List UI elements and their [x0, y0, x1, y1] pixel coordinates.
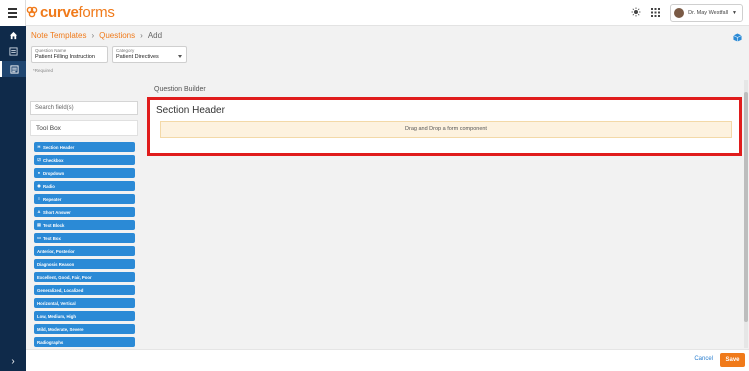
- user-name: Dr. May Westfall: [688, 10, 729, 16]
- chevron-right-icon: ›: [140, 30, 143, 40]
- vertical-scrollbar[interactable]: [744, 80, 748, 348]
- tool-icon: H: [37, 144, 41, 149]
- templates-icon[interactable]: [0, 61, 26, 77]
- question-name-value: Patient Filling Instruction: [35, 54, 95, 60]
- tool-label: Text Block: [43, 222, 65, 228]
- avatar: [674, 8, 685, 18]
- tool-label: Radio: [43, 183, 55, 189]
- save-button[interactable]: Save: [720, 353, 745, 367]
- home-icon[interactable]: [0, 27, 26, 43]
- tool-item[interactable]: ▭ Text Box: [34, 233, 135, 243]
- tool-label: Mild, Moderate, Severe: [37, 326, 84, 332]
- logo[interactable]: curveforms: [26, 3, 115, 21]
- tool-label: Excellent, Good, Fair, Poor: [37, 274, 92, 280]
- tool-icon: ▤: [37, 222, 41, 227]
- toolbox-title: Tool Box: [30, 120, 138, 136]
- tool-label: Radiographs: [37, 339, 64, 345]
- brand-curve: curve: [40, 3, 79, 21]
- tool-label: Repeater: [43, 196, 62, 202]
- tool-item[interactable]: H Section Header: [34, 142, 135, 152]
- tool-item[interactable]: Low, Medium, High: [34, 311, 135, 321]
- scrollbar-thumb[interactable]: [744, 92, 748, 322]
- tool-item[interactable]: Generalized, Localized: [34, 285, 135, 295]
- expand-rail-icon[interactable]: ›: [0, 356, 26, 367]
- tool-label: Diagnosis Reason: [37, 261, 75, 267]
- forms-icon[interactable]: [0, 43, 26, 59]
- cancel-button[interactable]: Cancel: [694, 356, 713, 362]
- user-menu-button[interactable]: Dr. May Westfall ▼: [670, 4, 743, 22]
- tool-item[interactable]: ☑ Checkbox: [34, 155, 135, 165]
- chevron-right-icon: ›: [91, 30, 95, 40]
- category-label: Category: [116, 48, 135, 53]
- tool-label: Dropdown: [43, 170, 65, 176]
- question-builder-title: Question Builder: [154, 86, 206, 93]
- question-name-field[interactable]: Question Name Patient Filling Instructio…: [31, 46, 108, 63]
- tool-label: Short Answer: [43, 209, 71, 215]
- tool-item[interactable]: Mild, Moderate, Severe: [34, 324, 135, 334]
- category-value: Patient Directives: [116, 54, 159, 60]
- dropdown-caret-icon: [178, 55, 182, 58]
- tool-label: Anterior, Posterior: [37, 248, 75, 254]
- tool-item[interactable]: A Short Answer: [34, 207, 135, 217]
- logo-icon: [26, 6, 38, 18]
- tool-icon: ●: [37, 170, 41, 175]
- tool-item[interactable]: Diagnosis Reason: [34, 259, 135, 269]
- tool-label: Text Box: [43, 235, 61, 241]
- footer-bar: Cancel Save: [26, 349, 749, 371]
- cube-icon[interactable]: [733, 29, 742, 47]
- tool-label: Checkbox: [43, 157, 64, 163]
- tool-icon: ≡: [37, 196, 41, 201]
- question-builder-canvas[interactable]: Section Header Drag and Drop a form comp…: [147, 97, 742, 156]
- breadcrumb-note-templates[interactable]: Note Templates: [31, 31, 86, 40]
- tool-icon: ☑: [37, 157, 41, 162]
- apps-grid-icon[interactable]: [651, 4, 661, 22]
- tool-item[interactable]: ▤ Text Block: [34, 220, 135, 230]
- required-note: *Required: [33, 68, 54, 73]
- breadcrumb: Note Templates › Questions › Add: [31, 29, 162, 41]
- tool-item[interactable]: ● Dropdown: [34, 168, 135, 178]
- left-nav-rail: ›: [0, 0, 26, 371]
- tool-icon: A: [37, 209, 41, 214]
- tool-label: Section Header: [43, 144, 75, 150]
- section-header-title[interactable]: Section Header: [156, 105, 225, 116]
- tool-item[interactable]: Horizontal, Vertical: [34, 298, 135, 308]
- breadcrumb-questions[interactable]: Questions: [99, 31, 135, 40]
- question-name-label: Question Name: [35, 48, 67, 53]
- tool-item[interactable]: Radiographs: [34, 337, 135, 347]
- tool-icon: ▭: [37, 235, 41, 240]
- category-select[interactable]: Category Patient Directives: [112, 46, 187, 63]
- tool-item[interactable]: ≡ Repeater: [34, 194, 135, 204]
- tool-label: Horizontal, Vertical: [37, 300, 76, 306]
- chevron-down-icon: ▼: [732, 10, 737, 16]
- top-bar: curveforms Dr. May Westfall ▼: [26, 0, 749, 26]
- tool-icon: ◉: [37, 183, 41, 188]
- tool-item[interactable]: Anterior, Posterior: [34, 246, 135, 256]
- tool-label: Low, Medium, High: [37, 313, 76, 319]
- brand-forms: forms: [78, 3, 115, 21]
- breadcrumb-current: Add: [147, 30, 163, 40]
- tool-item[interactable]: ◉ Radio: [34, 181, 135, 191]
- menu-icon[interactable]: [0, 0, 26, 26]
- search-fields-input[interactable]: Search field(s): [30, 101, 138, 115]
- tool-label: Generalized, Localized: [37, 287, 84, 293]
- brightness-icon[interactable]: [631, 4, 641, 22]
- drop-zone[interactable]: Drag and Drop a form component: [160, 121, 732, 138]
- tool-item[interactable]: Excellent, Good, Fair, Poor: [34, 272, 135, 282]
